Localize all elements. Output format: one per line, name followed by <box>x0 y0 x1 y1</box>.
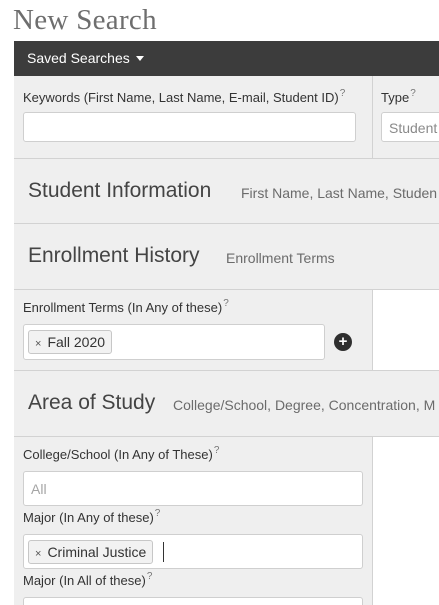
college-school-input[interactable]: All <box>23 471 363 506</box>
type-select[interactable]: Student <box>381 112 439 142</box>
college-school-help-icon[interactable]: ? <box>214 445 220 456</box>
keywords-help-icon[interactable]: ? <box>340 88 346 99</box>
caret-down-icon <box>135 55 144 61</box>
college-school-label: College/School (In Any of These)? <box>23 445 220 462</box>
area-of-study-title: Area of Study <box>28 391 156 414</box>
major-any-input[interactable]: × Criminal Justice <box>23 534 363 569</box>
enrollment-terms-row: Enrollment Terms (In Any of these)? × Fal… <box>14 289 439 370</box>
column-divider <box>372 437 373 605</box>
type-label-text: Type <box>381 90 410 105</box>
enrollment-term-tag-label: Fall 2020 <box>47 334 106 350</box>
student-information-title: Student Information <box>28 179 212 202</box>
area-of-study-fields: College/School (In Any of These)? All Ma… <box>14 436 439 605</box>
major-all-label: Major (In All of these)? <box>23 571 153 588</box>
saved-searches-label: Saved Searches <box>27 50 130 66</box>
major-all-label-text: Major (In All of these) <box>23 573 146 588</box>
major-all-input[interactable] <box>23 597 363 605</box>
type-help-icon[interactable]: ? <box>410 88 416 99</box>
major-all-help-icon[interactable]: ? <box>147 571 153 582</box>
student-information-section[interactable]: Student Information First Name, Last Nam… <box>14 158 439 223</box>
major-any-label: Major (In Any of these)? <box>23 508 161 525</box>
keywords-panel: Keywords (First Name, Last Name, E-mail,… <box>14 76 439 158</box>
column-divider <box>372 76 373 158</box>
enrollment-history-subtitle: Enrollment Terms <box>226 250 335 266</box>
plus-circle-icon[interactable]: + <box>334 333 352 351</box>
area-of-study-subtitle: College/School, Degree, Concentration, M <box>173 397 436 413</box>
enrollment-terms-input[interactable]: × Fall 2020 <box>23 324 325 360</box>
college-school-placeholder: All <box>31 481 47 497</box>
text-cursor <box>163 542 164 562</box>
major-tag: × Criminal Justice <box>28 540 154 564</box>
enrollment-history-title: Enrollment History <box>28 244 200 267</box>
saved-searches-dropdown[interactable]: Saved Searches <box>27 50 144 66</box>
type-label: Type? <box>381 88 416 105</box>
area-of-study-section[interactable]: Area of Study College/School, Degree, Co… <box>14 370 439 436</box>
remove-tag-icon[interactable]: × <box>35 548 41 560</box>
enrollment-history-section[interactable]: Enrollment History Enrollment Terms <box>14 223 439 289</box>
enrollment-terms-label: Enrollment Terms (In Any of these)? <box>23 298 229 315</box>
saved-searches-bar: Saved Searches <box>14 41 439 76</box>
page-title: New Search <box>13 4 157 36</box>
keywords-label-text: Keywords (First Name, Last Name, E-mail,… <box>23 90 339 105</box>
major-any-label-text: Major (In Any of these) <box>23 510 154 525</box>
enrollment-terms-label-text: Enrollment Terms (In Any of these) <box>23 300 223 315</box>
major-any-help-icon[interactable]: ? <box>155 508 161 519</box>
college-school-label-text: College/School (In Any of These) <box>23 447 213 462</box>
keywords-label: Keywords (First Name, Last Name, E-mail,… <box>23 88 346 105</box>
enrollment-term-tag: × Fall 2020 <box>28 330 113 354</box>
keywords-input[interactable] <box>23 112 356 142</box>
student-information-subtitle: First Name, Last Name, Studen <box>241 185 438 201</box>
column-divider <box>372 290 373 370</box>
type-select-value: Student <box>389 120 438 136</box>
major-tag-label: Criminal Justice <box>47 544 147 560</box>
remove-tag-icon[interactable]: × <box>35 338 41 350</box>
enrollment-terms-help-icon[interactable]: ? <box>223 298 229 309</box>
